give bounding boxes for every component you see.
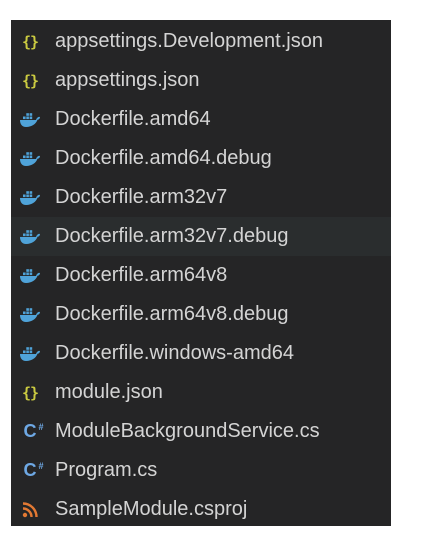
file-label: module.json — [55, 381, 163, 403]
file-item-dockerfile-windows-amd64[interactable]: Dockerfile.windows-amd64 — [11, 334, 391, 373]
file-item-appsettings-development-json[interactable]: {} appsettings.Development.json — [11, 22, 391, 61]
file-item-module-json[interactable]: {} module.json — [11, 373, 391, 412]
file-item-program-cs[interactable]: C # Program.cs — [11, 451, 391, 490]
file-label: SampleModule.csproj — [55, 498, 248, 520]
json-icon: {} — [21, 32, 39, 51]
file-label: Dockerfile.arm32v7 — [55, 186, 228, 208]
docker-icon — [19, 266, 41, 286]
json-icon: {} — [21, 383, 39, 402]
file-item-dockerfile-amd64[interactable]: Dockerfile.amd64 — [11, 100, 391, 139]
file-item-dockerfile-arm32v7[interactable]: Dockerfile.arm32v7 — [11, 178, 391, 217]
file-label: appsettings.json — [55, 69, 200, 91]
file-label: Dockerfile.arm64v8.debug — [55, 303, 289, 325]
docker-icon — [19, 305, 41, 325]
file-label: Dockerfile.arm32v7.debug — [55, 225, 289, 247]
docker-icon — [19, 110, 41, 130]
json-icon: {} — [21, 71, 39, 90]
file-item-appsettings-json[interactable]: {} appsettings.json — [11, 61, 391, 100]
file-label: Program.cs — [55, 459, 158, 481]
file-item-dockerfile-arm64v8-debug[interactable]: Dockerfile.arm64v8.debug — [11, 295, 391, 334]
file-item-dockerfile-amd64-debug[interactable]: Dockerfile.amd64.debug — [11, 139, 391, 178]
docker-icon — [19, 227, 41, 247]
docker-icon — [19, 149, 41, 169]
file-label: Dockerfile.arm64v8 — [55, 264, 228, 286]
file-label: Dockerfile.amd64 — [55, 108, 211, 130]
csharp-icon: C # — [23, 421, 44, 441]
file-item-dockerfile-arm32v7-debug[interactable]: Dockerfile.arm32v7.debug — [11, 217, 391, 256]
file-label: appsettings.Development.json — [55, 30, 323, 52]
file-label: Dockerfile.windows-amd64 — [55, 342, 294, 364]
file-item-samplemodule-csproj[interactable]: SampleModule.csproj — [11, 490, 391, 529]
file-item-dockerfile-arm64v8[interactable]: Dockerfile.arm64v8 — [11, 256, 391, 295]
file-explorer: {} appsettings.Development.json {} appse… — [11, 20, 391, 526]
file-label: Dockerfile.amd64.debug — [55, 147, 272, 169]
csharp-icon: C # — [23, 460, 44, 480]
file-label: ModuleBackgroundService.cs — [55, 420, 320, 442]
rss-icon — [19, 500, 41, 520]
file-item-modulebackgroundservice-cs[interactable]: C # ModuleBackgroundService.cs — [11, 412, 391, 451]
docker-icon — [19, 344, 41, 364]
docker-icon — [19, 188, 41, 208]
